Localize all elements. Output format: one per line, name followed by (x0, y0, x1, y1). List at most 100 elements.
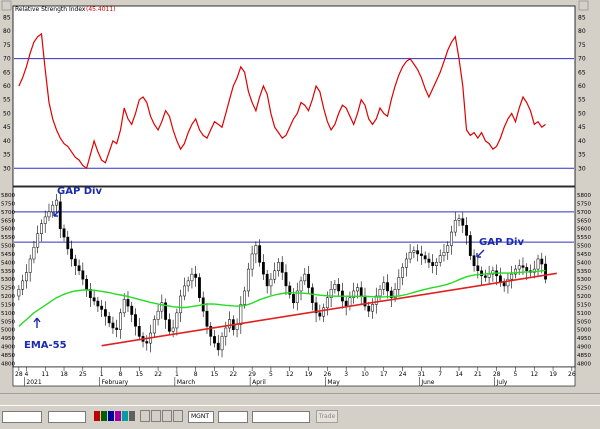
chart-window: Relative Strength Index (45.4011) 30 30 35… (0, 0, 600, 429)
candle-body (468, 235, 472, 256)
color-swatch-blue[interactable] (108, 411, 114, 421)
candle-body (122, 299, 126, 314)
x-tick-label: 26 (324, 371, 332, 378)
x-tick-label: 1 (100, 371, 104, 378)
price-panel (12, 186, 576, 368)
gap-div-left-label: GAP Div (57, 186, 102, 197)
rsi-value: (45.4011) (86, 6, 116, 13)
candle-body (356, 287, 359, 292)
candle-body (246, 268, 250, 292)
candle-body (404, 258, 408, 268)
rsi-tick-label-right: 85 (578, 14, 586, 21)
candle-body (100, 305, 104, 310)
candle-body (254, 245, 258, 255)
restore-button[interactable] (1, 0, 12, 11)
price-tick-label-right: 5750 (577, 201, 591, 207)
candle-body (510, 273, 514, 280)
candle-body (145, 341, 149, 344)
candle-body (40, 223, 43, 234)
candle-body (427, 258, 431, 263)
line-style-select[interactable] (2, 411, 42, 423)
candle-body (453, 220, 457, 233)
price-tick-label-right: 4800 (577, 361, 591, 367)
zoom-out-button[interactable] (151, 410, 161, 422)
rsi-tick-label-left: 35 (3, 152, 11, 159)
bottom-toolbar: MGNT Trade (0, 405, 600, 429)
candle-body (73, 258, 77, 266)
candle-body (442, 252, 446, 256)
x-tick-label: 28 (15, 371, 23, 378)
price-tick-label-left: 5800 (1, 193, 15, 199)
candle-body (179, 295, 183, 314)
period-select[interactable] (218, 411, 248, 423)
candle-body (235, 324, 239, 330)
month-label: July (496, 379, 508, 386)
x-tick-label: 22 (229, 371, 237, 378)
candle-body (107, 315, 111, 324)
price-tick-label-left: 5750 (1, 201, 15, 207)
candle-body (483, 275, 487, 278)
x-tick-label: 12 (286, 371, 294, 378)
candle-body (367, 305, 371, 312)
candle-body (423, 255, 427, 260)
indicator-select[interactable] (252, 411, 310, 423)
x-tick-label: 25 (79, 371, 87, 378)
rsi-tick-label-right: 65 (578, 69, 586, 76)
rsi-tick-label-left: 70 (3, 56, 11, 63)
candle-body (450, 231, 453, 246)
candle-body (382, 282, 386, 290)
candle-body (536, 258, 540, 270)
price-tick-label-right: 5050 (577, 319, 591, 325)
candle-body (194, 273, 198, 278)
candle-body (175, 312, 179, 329)
x-tick-label: 14 (455, 371, 463, 378)
candle-body (70, 248, 73, 260)
candle-body (401, 267, 405, 278)
x-tick-label: 18 (60, 371, 68, 378)
color-swatch-red[interactable] (94, 411, 100, 421)
x-tick-label: 8 (194, 371, 198, 378)
price-tick-label-left: 5100 (1, 311, 15, 317)
candle-body (137, 326, 141, 337)
price-tick-label-right: 5150 (577, 302, 591, 308)
candle-body (265, 273, 269, 287)
rsi-tick-label-right: 55 (578, 97, 586, 104)
candle-body (446, 245, 450, 253)
color-swatch-gray[interactable] (129, 411, 135, 421)
candle-body (280, 262, 284, 273)
price-tick-label-left: 5500 (1, 244, 15, 250)
rsi-tick-label-left: 65 (3, 69, 11, 76)
price-tick-label-left: 5000 (1, 328, 15, 334)
rsi-tick-label-left: 30 (3, 165, 11, 172)
candle-body (318, 312, 322, 317)
price-tick-label-right: 5200 (577, 294, 591, 300)
candle-body (171, 327, 175, 332)
candle-body (43, 216, 47, 224)
candle-body (261, 262, 265, 275)
rsi-tick-label-left: 80 (3, 28, 11, 35)
close-button[interactable] (578, 0, 589, 11)
color-swatch-teal[interactable] (122, 411, 128, 421)
line-width-select[interactable] (48, 411, 86, 423)
price-tick-label-right: 5500 (577, 244, 591, 250)
zoom-in-button[interactable] (140, 410, 150, 422)
price-tick-label-left: 5450 (1, 252, 15, 258)
candle-body (21, 280, 25, 290)
candle-body (228, 319, 231, 329)
trade-button[interactable]: Trade (316, 410, 338, 423)
symbol-field[interactable]: MGNT (188, 411, 214, 423)
color-swatch-purple[interactable] (115, 411, 121, 421)
grid-toggle-button[interactable] (162, 410, 172, 422)
price-tick-label-left: 4950 (1, 336, 15, 342)
horizontal-scrollbar[interactable] (0, 393, 600, 404)
candle-body (371, 304, 374, 312)
color-swatch-green[interactable] (101, 411, 107, 421)
price-tick-label-right: 5400 (577, 260, 591, 266)
candle-body (182, 285, 186, 297)
price-tick-label-right: 4900 (577, 344, 591, 350)
price-tick-label-right: 5450 (577, 252, 591, 258)
candle-body (292, 294, 295, 303)
candle-body (156, 310, 160, 320)
cursor-button[interactable] (173, 410, 183, 422)
candle-body (224, 327, 228, 337)
